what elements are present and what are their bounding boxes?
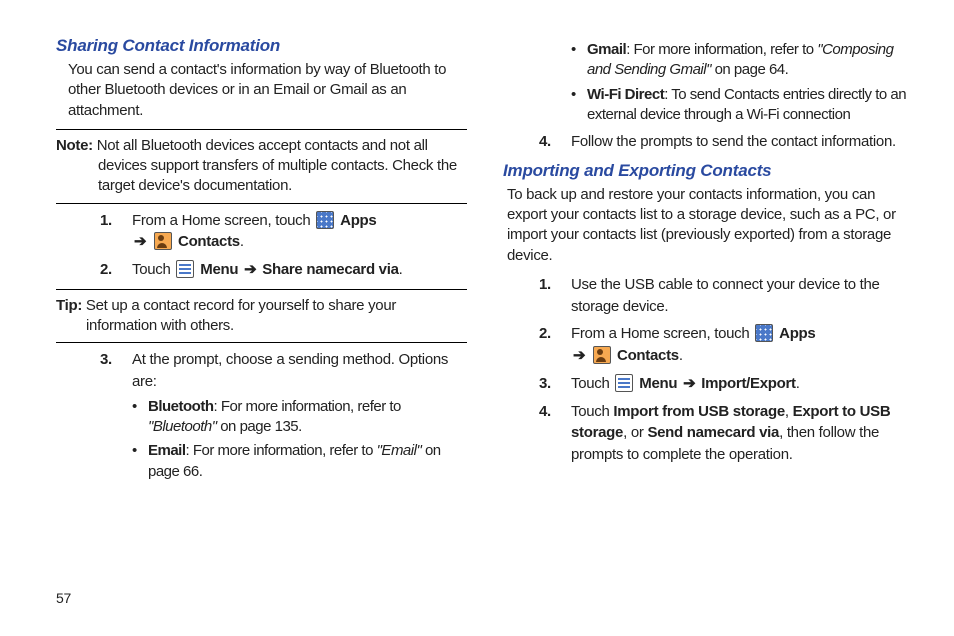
section-heading-sharing: Sharing Contact Information	[56, 36, 467, 56]
divider	[56, 203, 467, 204]
option-ref: "Bluetooth"	[148, 418, 217, 435]
tip-block: Tip: Set up a contact record for yoursel…	[56, 296, 467, 337]
step-text: From a Home screen, touch	[132, 212, 314, 229]
menu-label: Menu	[639, 375, 681, 392]
divider	[56, 289, 467, 290]
step-number: 4.	[539, 131, 551, 153]
share-label: Share namecard via	[262, 261, 398, 278]
arrow-icon: ➔	[244, 261, 256, 278]
steps-list-right: 4. Follow the prompts to send the contac…	[503, 131, 914, 153]
step-number: 1.	[539, 274, 551, 296]
steps-list-import: 1. Use the USB cable to connect your dev…	[503, 274, 914, 466]
step-end: .	[679, 347, 683, 364]
option-end: on page 64.	[711, 61, 788, 78]
steps-list-cont: 3. At the prompt, choose a sending metho…	[56, 349, 467, 482]
tip-text: Set up a contact record for yourself to …	[86, 297, 396, 334]
menu-label: Menu	[200, 261, 242, 278]
opt3: Send namecard via	[647, 424, 779, 441]
apps-icon	[755, 324, 773, 342]
step-number: 1.	[100, 210, 112, 232]
step-end: .	[399, 261, 403, 278]
option-label: Wi-Fi Direct	[587, 86, 664, 103]
step-number: 2.	[100, 259, 112, 281]
apps-label: Apps	[340, 212, 376, 229]
divider	[56, 129, 467, 130]
page-number: 57	[56, 590, 71, 606]
option-label: Gmail	[587, 41, 626, 58]
arrow-icon: ➔	[573, 347, 585, 364]
options-list-cont: Gmail: For more information, refer to "C…	[571, 40, 914, 125]
right-column: Gmail: For more information, refer to "C…	[503, 36, 914, 490]
comma: ,	[785, 403, 793, 420]
option-label: Bluetooth	[148, 398, 213, 415]
comma: , or	[623, 424, 647, 441]
option-ref: "Email"	[377, 442, 422, 459]
menu-icon	[615, 374, 633, 392]
opt1: Import from USB storage	[613, 403, 784, 420]
option-bluetooth: Bluetooth: For more information, refer t…	[132, 397, 467, 438]
option-text: : For more information, refer to	[186, 442, 377, 459]
step-item: 3. Touch Menu ➔ Import/Export.	[539, 373, 914, 395]
arrow-icon: ➔	[683, 375, 695, 392]
step-number: 4.	[539, 401, 551, 423]
step-item: 1. Use the USB cable to connect your dev…	[539, 274, 914, 318]
tip-label: Tip:	[56, 297, 82, 314]
steps-list: 1. From a Home screen, touch Apps ➔ Cont…	[56, 210, 467, 281]
arrow-icon: ➔	[134, 233, 146, 250]
section-heading-import: Importing and Exporting Contacts	[503, 161, 914, 181]
step-text: Touch	[571, 403, 613, 420]
divider	[56, 342, 467, 343]
apps-icon	[316, 211, 334, 229]
option-wifi-direct: Wi-Fi Direct: To send Contacts entries d…	[571, 85, 914, 126]
step-number: 3.	[539, 373, 551, 395]
step-number: 3.	[100, 349, 112, 371]
step-item: 1. From a Home screen, touch Apps ➔ Cont…	[100, 210, 467, 254]
contacts-icon	[154, 232, 172, 250]
step-text: At the prompt, choose a sending method. …	[132, 351, 448, 390]
menu-icon	[176, 260, 194, 278]
step-item: 4. Touch Import from USB storage, Export…	[539, 401, 914, 466]
step-text: Touch	[132, 261, 174, 278]
option-text: : For more information, refer to	[626, 41, 817, 58]
contacts-label: Contacts	[617, 347, 679, 364]
left-column: Sharing Contact Information You can send…	[56, 36, 467, 490]
step-number: 2.	[539, 323, 551, 345]
option-text: : For more information, refer to	[213, 398, 400, 415]
step-text: Use the USB cable to connect your device…	[571, 276, 880, 315]
note-block: Note: Not all Bluetooth devices accept c…	[56, 136, 467, 197]
contacts-icon	[593, 346, 611, 364]
step-item: 2. Touch Menu ➔ Share namecard via.	[100, 259, 467, 281]
step-text: Touch	[571, 375, 613, 392]
intro-paragraph: To back up and restore your contacts inf…	[507, 185, 914, 266]
note-text: Not all Bluetooth devices accept contact…	[97, 137, 457, 195]
option-label: Email	[148, 442, 186, 459]
note-label: Note:	[56, 137, 93, 154]
contacts-label: Contacts	[178, 233, 240, 250]
step-end: .	[796, 375, 800, 392]
step-end: .	[240, 233, 244, 250]
option-end: on page 135.	[217, 418, 302, 435]
import-label: Import/Export	[701, 375, 795, 392]
intro-paragraph: You can send a contact's information by …	[68, 60, 467, 121]
manual-page: Sharing Contact Information You can send…	[0, 0, 954, 510]
step-text: Follow the prompts to send the contact i…	[571, 133, 896, 150]
option-email: Email: For more information, refer to "E…	[132, 441, 467, 482]
step-item: 2. From a Home screen, touch Apps ➔ Cont…	[539, 323, 914, 367]
step-text: From a Home screen, touch	[571, 325, 753, 342]
option-gmail: Gmail: For more information, refer to "C…	[571, 40, 914, 81]
step-item: 3. At the prompt, choose a sending metho…	[100, 349, 467, 482]
apps-label: Apps	[779, 325, 815, 342]
step-item: 4. Follow the prompts to send the contac…	[539, 131, 914, 153]
options-list: Bluetooth: For more information, refer t…	[132, 397, 467, 482]
